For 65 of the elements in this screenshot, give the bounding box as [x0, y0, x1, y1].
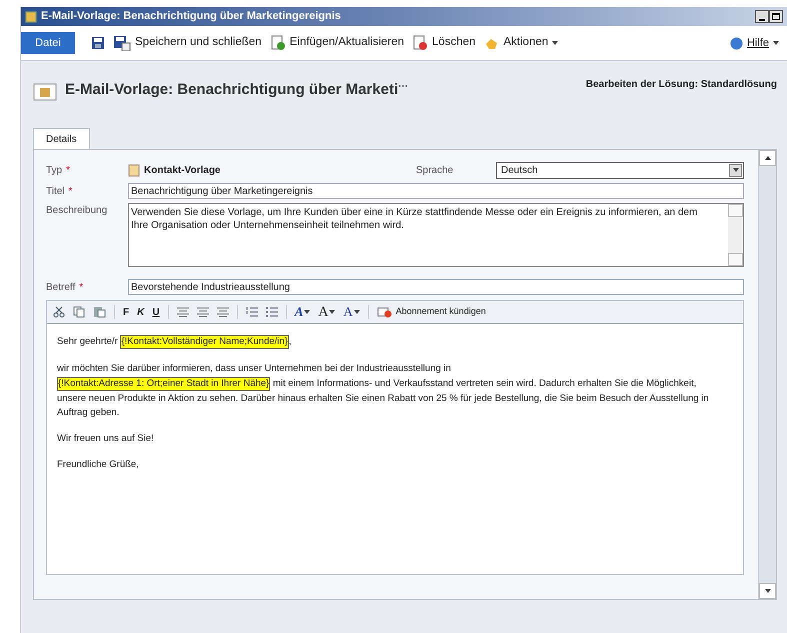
format-button[interactable]: K — [137, 304, 144, 320]
caret-icon — [764, 589, 770, 593]
body-paragraph: wir möchten Sie darüber informieren, dass unser Unternehmen bei der Industrieausstellung in {!Kontakt:Adresse 1: Ort;einer Stadt in Ihrer Nähe} mit einem Informations- und Verkaufsstand vertreten sein wird. Dadurch erhalten Sie die Möglichkeit, unsere neuen Produkte in Aktion zu sehen. Darüber hinaus erhalten Sie einen Rabatt von 25 % für jede Bestellung, die Sie beim Besuch der Ausstellung in Auftrag geben. — [57, 362, 710, 420]
field-label: Titel — [46, 184, 65, 198]
field-label: Beschreibung — [46, 204, 108, 218]
minimize-icon — [759, 19, 765, 21]
caret-icon — [552, 41, 558, 45]
font-size-button[interactable]: A — [318, 302, 336, 322]
cut-icon[interactable] — [53, 306, 65, 318]
scroll-down-icon[interactable] — [759, 583, 776, 599]
align-icon[interactable] — [216, 307, 229, 317]
toolbar-button[interactable]: Speichern und schließen — [113, 34, 262, 52]
field-label: Typ — [46, 164, 62, 178]
form-tab[interactable]: Details — [33, 128, 90, 150]
maximize-button[interactable] — [769, 10, 783, 23]
caret-icon — [773, 41, 779, 45]
save-button[interactable] — [91, 36, 105, 50]
solution-label: Bearbeiten der Lösung: Standardlösung — [586, 78, 777, 92]
help-icon — [730, 36, 743, 50]
numbered-list-icon[interactable] — [246, 307, 258, 317]
font-style-button[interactable]: A — [343, 302, 360, 322]
email-body-editor[interactable] — [47, 323, 743, 574]
align-icon[interactable] — [196, 307, 209, 317]
language-dropdown[interactable]: Deutsch — [496, 162, 744, 178]
document-delete-icon — [412, 35, 428, 51]
copy-icon[interactable] — [73, 306, 85, 318]
toolbar-button[interactable]: Einfügen/Aktualisieren — [270, 34, 404, 52]
help-button[interactable]: Hilfe — [730, 34, 779, 52]
scroll-up-icon[interactable] — [759, 150, 776, 166]
required-mark: * — [79, 280, 84, 294]
body-paragraph: Freundliche Grüße, — [57, 458, 140, 472]
app-icon — [25, 10, 37, 22]
record-title: E-Mail-Vorlage: Benachrichtigung über Marketi⋯ — [65, 80, 408, 100]
mail-delete-icon — [376, 306, 392, 318]
maximize-icon — [772, 13, 780, 20]
description-text: Verwenden Sie diese Vorlage, um Ihre Kunden über eine in Kürze stattfindende Messe oder ein Ereignis zu informieren, an dem Ihre Organisation oder Unternehmenseinheit teilnehmen wird. — [130, 206, 698, 233]
type-value: Kontakt-Vorlage — [144, 164, 222, 178]
caret-icon — [329, 310, 336, 314]
body-paragraph: Sehr geehrte/r {!Kontakt:Vollständiger Name;Kunde/in}, — [57, 334, 292, 350]
format-button[interactable]: F — [123, 304, 130, 320]
floppy-disk-icon — [113, 35, 131, 51]
file-tab[interactable]: Datei — [21, 32, 75, 54]
align-icon[interactable] — [176, 307, 189, 317]
description-field[interactable]: Verwenden Sie diese Vorlage, um Ihre Kunden über eine in Kürze stattfindende Messe oder ein Ereignis zu informieren, an dem Ihre Organisation oder Unternehmenseinheit teilnehmen wird. — [128, 203, 744, 267]
unsubscribe-button[interactable]: Abonnement kündigen — [376, 305, 486, 319]
required-mark: * — [66, 164, 70, 178]
toolbar-button[interactable]: Löschen — [412, 34, 476, 52]
template-icon — [128, 164, 140, 176]
toolbar-button[interactable]: Aktionen — [484, 34, 558, 52]
title-field[interactable]: Benachrichtigung über Marketingereignis — [128, 183, 744, 199]
subject-field[interactable]: Bevorstehende Industrieausstellung — [128, 279, 744, 295]
format-button[interactable]: U — [152, 304, 160, 320]
paste-icon[interactable] — [93, 306, 106, 318]
minimize-button[interactable] — [755, 10, 769, 23]
required-mark: * — [68, 184, 72, 198]
body-paragraph: Wir freuen uns auf Sie! — [57, 432, 155, 446]
field-label: Sprache — [416, 164, 454, 178]
caret-icon — [304, 310, 310, 314]
caret-icon — [732, 168, 738, 172]
window-title: E-Mail-Vorlage: Benachrichtigung über Marketingereignis — [41, 9, 341, 24]
font-color-button[interactable]: A — [294, 302, 310, 322]
caret-icon — [354, 310, 360, 314]
bulleted-list-icon[interactable] — [266, 307, 278, 317]
document-plus-icon — [270, 35, 286, 51]
field-label: Betreff — [46, 280, 76, 294]
